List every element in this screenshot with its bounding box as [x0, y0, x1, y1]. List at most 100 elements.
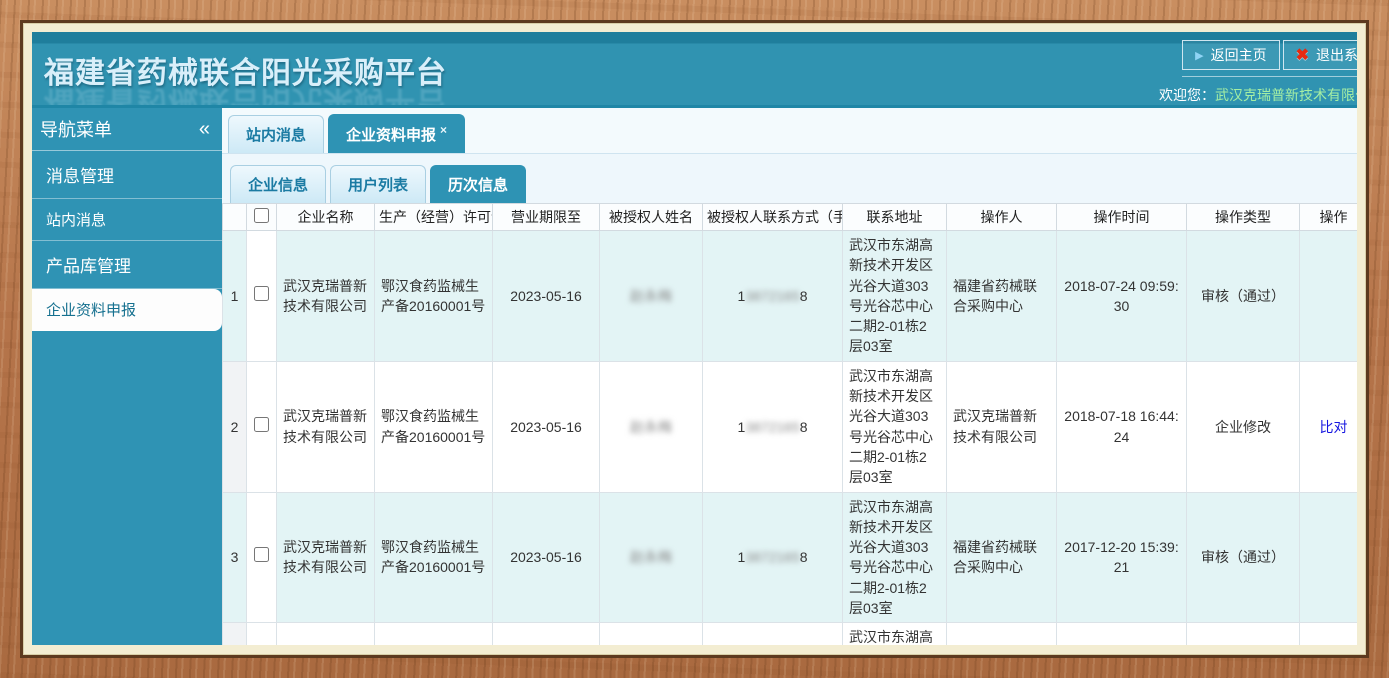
row-checkbox[interactable]: [254, 547, 269, 562]
company-cell: 武汉克瑞普新技术有限公司: [277, 623, 375, 645]
col-operator: 操作人: [947, 204, 1057, 231]
subtab-user-list[interactable]: 用户列表: [330, 165, 426, 203]
redacted-name: 赵永梅: [630, 419, 672, 435]
row-select-cell: [247, 623, 277, 645]
col-op-time: 操作时间: [1057, 204, 1187, 231]
auth-name-cell: 赵永梅: [600, 492, 703, 623]
action-cell: [1300, 231, 1358, 362]
logout-button[interactable]: ✖ 退出系统: [1283, 40, 1357, 70]
sidebar-item-site-messages[interactable]: 站内消息: [32, 199, 222, 241]
col-phone: 被授权人联系方式（手机）: [703, 204, 843, 231]
action-cell: 比对: [1300, 361, 1358, 492]
company-cell: 武汉克瑞普新技术有限公司: [277, 231, 375, 362]
table-row: 4 武汉克瑞普新技术有限公司 鄂汉食药监械生产备20160001号 2023-0…: [223, 623, 1358, 645]
welcome-label: 欢迎您：: [1159, 87, 1215, 103]
col-address: 联系地址: [843, 204, 947, 231]
header-buttons: ▶ 返回主页 ✖ 退出系统: [1182, 32, 1357, 77]
table-header-row: 企业名称 生产（经营）许可证 营业期限至 被授权人姓名 被授权人联系方式（手机）…: [223, 204, 1358, 231]
operator-cell: 武汉克瑞普新技术有限公司: [947, 361, 1057, 492]
table-row: 1 武汉克瑞普新技术有限公司 鄂汉食药监械生产备20160001号 2023-0…: [223, 231, 1358, 362]
op-time-cell: 2017-12-20 15:39:21: [1057, 492, 1187, 623]
col-company: 企业名称: [277, 204, 375, 231]
sidebar-item-message-management[interactable]: 消息管理: [32, 151, 222, 199]
header-right: ▶ 返回主页 ✖ 退出系统 欢迎您：武汉克瑞普新技术有限公司: [1159, 32, 1357, 105]
auth-name-cell: 赵永梅: [600, 231, 703, 362]
term-cell: 2023-05-16: [493, 623, 600, 645]
op-time-cell: 2017-12-20 13:19:42: [1057, 623, 1187, 645]
select-all-checkbox[interactable]: [254, 208, 269, 223]
frame-matte: 福建省药械联合阳光采购平台 福建省药械联合阳光采购平台 ▶ 返回主页 ✖ 退出系…: [20, 20, 1369, 658]
phone-cell: 138721658: [703, 361, 843, 492]
address-cell: 武汉市东湖高新技术开发区光谷大道303号光谷芯中心二期2-01栋2层03室: [843, 623, 947, 645]
operator-cell: 武汉克瑞普新技术有限公司: [947, 623, 1057, 645]
action-cell: [1300, 492, 1358, 623]
license-cell: 鄂汉食药监械生产备20160001号: [375, 361, 493, 492]
term-cell: 2023-05-16: [493, 492, 600, 623]
row-checkbox[interactable]: [254, 286, 269, 301]
company-cell: 武汉克瑞普新技术有限公司: [277, 492, 375, 623]
app-title-wrap: 福建省药械联合阳光采购平台 福建省药械联合阳光采购平台: [32, 32, 447, 105]
op-type-cell: 审核（通过）: [1187, 492, 1300, 623]
phone-cell: 138721658: [703, 623, 843, 645]
col-action: 操作: [1300, 204, 1358, 231]
tab-site-messages[interactable]: 站内消息: [228, 115, 324, 153]
sidebar-item-product-library[interactable]: 产品库管理: [32, 241, 222, 289]
welcome-company-name: 武汉克瑞普新技术有限公司: [1215, 87, 1357, 103]
wood-frame: 福建省药械联合阳光采购平台 福建省药械联合阳光采购平台 ▶ 返回主页 ✖ 退出系…: [0, 0, 1389, 678]
red-x-icon: ✖: [1296, 45, 1309, 65]
col-op-type: 操作类型: [1187, 204, 1300, 231]
phone-suffix: 8: [800, 288, 808, 304]
auth-name-cell: 赵永梅: [600, 623, 703, 645]
page-title: 福建省药械联合阳光采购平台: [44, 48, 447, 92]
play-arrow-icon: ▶: [1195, 49, 1203, 62]
navigation-sidebar: 导航菜单 « 消息管理 站内消息 产品库管理 企业资料申报: [32, 108, 222, 645]
redacted-name: 赵永梅: [630, 549, 672, 565]
row-number: 3: [223, 492, 247, 623]
op-type-cell: 企业修改: [1187, 361, 1300, 492]
subtab-enterprise-info[interactable]: 企业信息: [230, 165, 326, 203]
sidebar-title: 导航菜单: [40, 116, 112, 142]
op-type-cell: 审核（通过）: [1187, 231, 1300, 362]
return-home-button[interactable]: ▶ 返回主页: [1182, 40, 1279, 70]
op-time-cell: 2018-07-18 16:44:24: [1057, 361, 1187, 492]
logout-label: 退出系统: [1316, 45, 1357, 65]
op-time-cell: 2018-07-24 09:59:30: [1057, 231, 1187, 362]
main-layout: 导航菜单 « 消息管理 站内消息 产品库管理 企业资料申报 站内消息 企业资料申…: [32, 108, 1357, 645]
welcome-text: 欢迎您：武汉克瑞普新技术有限公司: [1159, 77, 1357, 105]
app-window: 福建省药械联合阳光采购平台 福建省药械联合阳光采购平台 ▶ 返回主页 ✖ 退出系…: [32, 32, 1357, 645]
history-table: 企业名称 生产（经营）许可证 营业期限至 被授权人姓名 被授权人联系方式（手机）…: [222, 203, 1357, 645]
col-term: 营业期限至: [493, 204, 600, 231]
history-table-wrap: 企业名称 生产（经营）许可证 营业期限至 被授权人姓名 被授权人联系方式（手机）…: [222, 203, 1357, 645]
phone-suffix: 8: [800, 549, 808, 565]
license-cell: 鄂汉食药监械生产备20160001号: [375, 492, 493, 623]
sidebar-header: 导航菜单 «: [32, 108, 222, 151]
return-home-label: 返回主页: [1211, 45, 1267, 65]
license-cell: 鄂汉食药监械生产备20160001号: [375, 231, 493, 362]
row-checkbox[interactable]: [254, 417, 269, 432]
app-header: 福建省药械联合阳光采购平台 福建省药械联合阳光采购平台 ▶ 返回主页 ✖ 退出系…: [32, 32, 1357, 108]
address-cell: 武汉市东湖高新技术开发区光谷大道303号光谷芯中心二期2-01栋2层03室: [843, 231, 947, 362]
collapse-chevrons-icon[interactable]: «: [199, 118, 210, 141]
compare-link[interactable]: 比对: [1320, 419, 1348, 435]
subtab-history-info[interactable]: 历次信息: [430, 165, 526, 203]
phone-cell: 138721658: [703, 231, 843, 362]
table-row: 2 武汉克瑞普新技术有限公司 鄂汉食药监械生产备20160001号 2023-0…: [223, 361, 1358, 492]
sidebar-item-enterprise-declaration[interactable]: 企业资料申报: [32, 289, 222, 331]
redacted-phone-digits: 3872165: [745, 288, 800, 304]
row-select-cell: [247, 231, 277, 362]
license-cell: 鄂汉食药监械生产备20160001号: [375, 623, 493, 645]
address-cell: 武汉市东湖高新技术开发区光谷大道303号光谷芯中心二期2-01栋2层03室: [843, 361, 947, 492]
main-tabbar: 站内消息 企业资料申报×: [222, 108, 1357, 154]
operator-cell: 福建省药械联合采购中心: [947, 231, 1057, 362]
col-auth-name: 被授权人姓名: [600, 204, 703, 231]
redacted-name: 赵永梅: [630, 288, 672, 304]
table-row: 3 武汉克瑞普新技术有限公司 鄂汉食药监械生产备20160001号 2023-0…: [223, 492, 1358, 623]
col-license: 生产（经营）许可证: [375, 204, 493, 231]
col-select: [247, 204, 277, 231]
operator-cell: 福建省药械联合采购中心: [947, 492, 1057, 623]
tab-close-icon[interactable]: ×: [440, 123, 447, 137]
tab-enterprise-declaration[interactable]: 企业资料申报×: [328, 114, 465, 153]
sub-tabbar: 企业信息 用户列表 历次信息: [222, 159, 1357, 203]
action-cell: 比对: [1300, 623, 1358, 645]
redacted-phone-digits: 3872165: [745, 419, 800, 435]
